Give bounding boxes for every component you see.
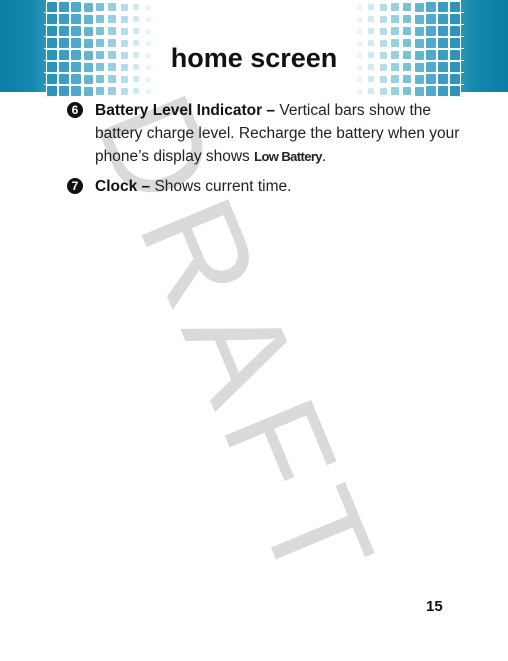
pattern-square <box>145 4 151 10</box>
pattern-square <box>47 74 57 84</box>
pattern-square <box>368 4 374 10</box>
pattern-square <box>120 27 128 35</box>
pattern-square <box>402 26 412 36</box>
pattern-square <box>59 2 69 12</box>
pattern-square <box>133 28 139 34</box>
pattern-square <box>120 3 128 11</box>
pattern-square <box>414 2 424 12</box>
pattern-square <box>71 14 81 24</box>
pattern-square <box>368 88 374 94</box>
pattern-square <box>71 26 81 36</box>
pattern-square <box>391 27 399 35</box>
pattern-square <box>391 87 399 95</box>
pattern-square <box>414 26 424 36</box>
pattern-square <box>379 87 387 95</box>
pattern-square <box>356 28 362 34</box>
pattern-square <box>402 2 412 12</box>
pattern-square <box>356 76 362 82</box>
pattern-square <box>356 88 362 94</box>
pattern-tick <box>454 12 464 13</box>
pattern-square <box>450 14 460 24</box>
pattern-square <box>438 74 448 84</box>
item-list: 6 Battery Level Indicator – Vertical bar… <box>64 99 464 198</box>
pattern-square <box>47 86 57 96</box>
pattern-square <box>71 2 81 12</box>
pattern-square <box>426 14 436 24</box>
pattern-square <box>145 28 151 34</box>
pattern-square <box>391 15 399 23</box>
pattern-square <box>402 86 412 96</box>
pattern-square <box>356 4 362 10</box>
pattern-tick <box>454 96 464 97</box>
pattern-square <box>379 75 387 83</box>
display-message: Low Battery <box>254 149 322 164</box>
item-description-end: . <box>321 148 327 165</box>
pattern-tick <box>454 84 464 85</box>
pattern-square <box>426 2 436 12</box>
pattern-square <box>414 86 424 96</box>
pattern-tick <box>454 24 464 25</box>
pattern-square <box>108 3 116 11</box>
pattern-tick <box>44 24 54 25</box>
pattern-square <box>368 16 374 22</box>
pattern-square <box>145 16 151 22</box>
page-number: 15 <box>426 598 443 615</box>
pattern-tick <box>44 36 54 37</box>
pattern-square <box>83 26 93 36</box>
callout-number-badge: 6 <box>67 102 83 118</box>
item-term: Clock – <box>95 178 151 195</box>
pattern-square <box>450 2 460 12</box>
pattern-square <box>83 2 93 12</box>
pattern-tick <box>44 12 54 13</box>
pattern-square <box>438 86 448 96</box>
callout-number-badge: 7 <box>67 178 83 194</box>
pattern-square <box>95 26 105 36</box>
pattern-square <box>426 86 436 96</box>
pattern-square <box>438 14 448 24</box>
pattern-square <box>379 3 387 11</box>
pattern-square <box>391 3 399 11</box>
pattern-tick <box>44 84 54 85</box>
pattern-square <box>414 74 424 84</box>
pattern-square <box>47 2 57 12</box>
pattern-square <box>95 14 105 24</box>
pattern-square <box>414 14 424 24</box>
pattern-square <box>47 14 57 24</box>
pattern-square <box>438 2 448 12</box>
pattern-square <box>133 4 139 10</box>
item-term: Battery Level Indicator – <box>95 102 276 119</box>
pattern-square <box>59 14 69 24</box>
pattern-square <box>83 14 93 24</box>
pattern-square <box>108 27 116 35</box>
pattern-square <box>450 26 460 36</box>
list-item-clock: 7 Clock – Shows current time. <box>64 175 464 198</box>
pattern-square <box>120 15 128 23</box>
pattern-square <box>450 86 460 96</box>
pattern-square <box>450 74 460 84</box>
pattern-square <box>402 74 412 84</box>
pattern-square <box>402 14 412 24</box>
pattern-square <box>95 2 105 12</box>
page-title: home screen <box>170 43 338 73</box>
pattern-square <box>379 27 387 35</box>
pattern-square <box>47 26 57 36</box>
list-item-battery-level-indicator: 6 Battery Level Indicator – Vertical bar… <box>64 99 464 168</box>
pattern-square <box>391 75 399 83</box>
pattern-tick <box>44 96 54 97</box>
pattern-square <box>379 15 387 23</box>
item-description: Shows current time. <box>150 178 292 195</box>
pattern-square <box>426 74 436 84</box>
pattern-square <box>426 26 436 36</box>
pattern-square <box>108 15 116 23</box>
pattern-square <box>356 16 362 22</box>
pattern-square <box>438 26 448 36</box>
pattern-square <box>133 16 139 22</box>
pattern-tick <box>454 36 464 37</box>
pattern-square <box>368 28 374 34</box>
pattern-square <box>368 76 374 82</box>
pattern-square <box>59 26 69 36</box>
